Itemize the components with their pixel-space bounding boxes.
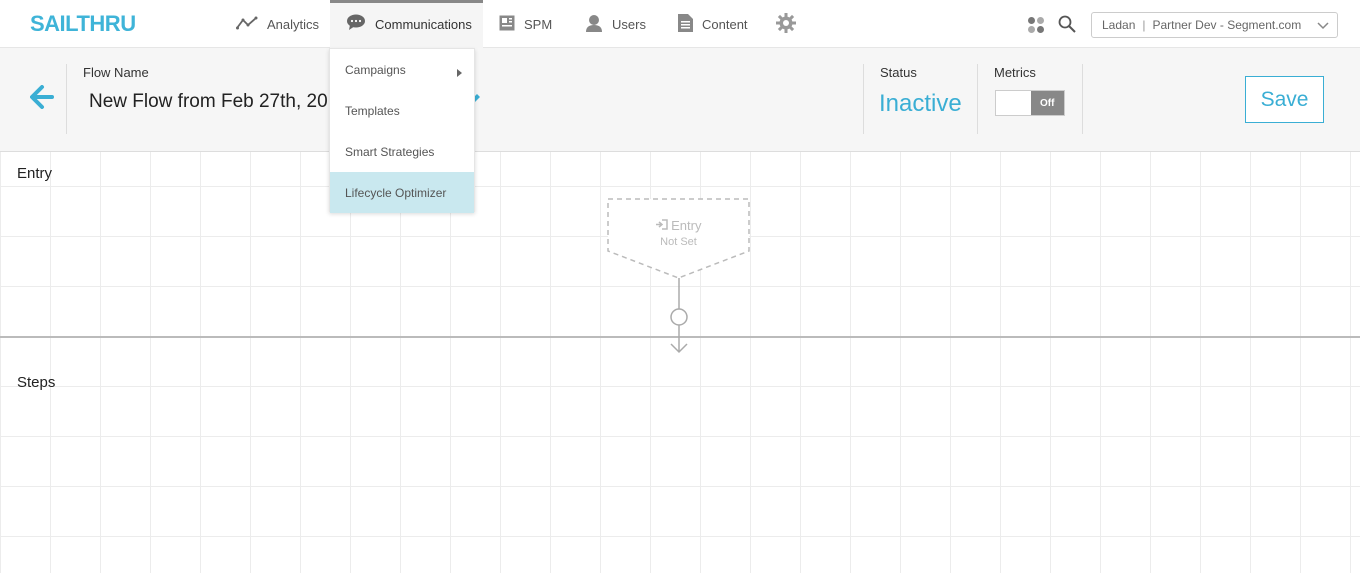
sailthru-logo[interactable]: SAILTHRU bbox=[30, 11, 136, 37]
communications-dropdown: Campaigns Templates Smart Strategies Lif… bbox=[329, 48, 475, 213]
steps-section-label: Steps bbox=[17, 374, 56, 391]
menu-item-templates[interactable]: Templates bbox=[330, 90, 474, 131]
divider bbox=[66, 64, 67, 134]
nav-content-label: Content bbox=[702, 16, 748, 32]
entry-node-title-text: Entry bbox=[671, 218, 702, 233]
nav-users[interactable]: Users bbox=[585, 0, 646, 48]
flow-header: Flow Name New Flow from Feb 27th, 2019 1… bbox=[0, 48, 1360, 152]
top-nav: SAILTHRU Analytics Communications SPM Us… bbox=[0, 0, 1360, 48]
save-button[interactable]: Save bbox=[1245, 76, 1324, 123]
account-org: Partner Dev - Segment.com bbox=[1152, 18, 1302, 32]
menu-item-label: Smart Strategies bbox=[345, 144, 435, 159]
entry-node-subtitle: Not Set bbox=[660, 236, 697, 248]
nav-communications[interactable]: Communications bbox=[330, 0, 483, 48]
sign-in-icon bbox=[655, 218, 668, 233]
nav-communications-label: Communications bbox=[375, 16, 472, 32]
divider bbox=[977, 64, 978, 134]
toggle-knob bbox=[996, 91, 1031, 115]
toggle-off-label: Off bbox=[1030, 91, 1064, 115]
nav-content[interactable]: Content bbox=[678, 0, 748, 48]
nav-spm-label: SPM bbox=[524, 16, 553, 32]
menu-item-lifecycle-optimizer[interactable]: Lifecycle Optimizer bbox=[330, 172, 474, 213]
caret-right-icon bbox=[457, 66, 462, 80]
analytics-icon bbox=[236, 16, 267, 33]
nav-users-label: Users bbox=[612, 16, 646, 32]
metrics-toggle[interactable]: Off bbox=[995, 90, 1065, 116]
divider bbox=[1082, 64, 1083, 134]
menu-item-label: Templates bbox=[345, 103, 400, 118]
gear-icon bbox=[776, 12, 805, 36]
menu-item-label: Campaigns bbox=[345, 62, 406, 77]
status-label: Status bbox=[880, 65, 917, 80]
metrics-label: Metrics bbox=[994, 65, 1036, 80]
spm-icon bbox=[499, 15, 524, 34]
chevron-down-icon bbox=[1317, 19, 1329, 34]
nav-analytics-label: Analytics bbox=[267, 16, 320, 32]
menu-item-smart-strategies[interactable]: Smart Strategies bbox=[330, 131, 474, 172]
user-icon bbox=[585, 14, 612, 35]
entry-node-title: Entry bbox=[607, 218, 750, 233]
back-button[interactable] bbox=[30, 85, 54, 114]
apps-grid-icon[interactable] bbox=[1027, 16, 1045, 39]
nav-spm[interactable]: SPM bbox=[499, 0, 552, 48]
search-icon[interactable] bbox=[1058, 15, 1076, 38]
menu-item-label: Lifecycle Optimizer bbox=[345, 185, 447, 200]
menu-item-campaigns[interactable]: Campaigns bbox=[330, 49, 474, 90]
account-switcher[interactable]: Ladan | Partner Dev - Segment.com bbox=[1091, 12, 1338, 38]
status-value: Inactive bbox=[879, 90, 962, 117]
nav-analytics[interactable]: Analytics bbox=[236, 0, 319, 48]
divider bbox=[863, 64, 864, 134]
account-separator: | bbox=[1142, 18, 1146, 32]
flow-name-label: Flow Name bbox=[83, 65, 149, 80]
settings-button[interactable] bbox=[776, 0, 805, 48]
entry-connector bbox=[664, 278, 694, 361]
entry-section-label: Entry bbox=[17, 165, 53, 182]
back-arrow-icon bbox=[30, 85, 54, 113]
chat-bubble-icon bbox=[346, 14, 375, 34]
account-user: Ladan bbox=[1102, 18, 1136, 32]
document-icon bbox=[678, 13, 702, 35]
